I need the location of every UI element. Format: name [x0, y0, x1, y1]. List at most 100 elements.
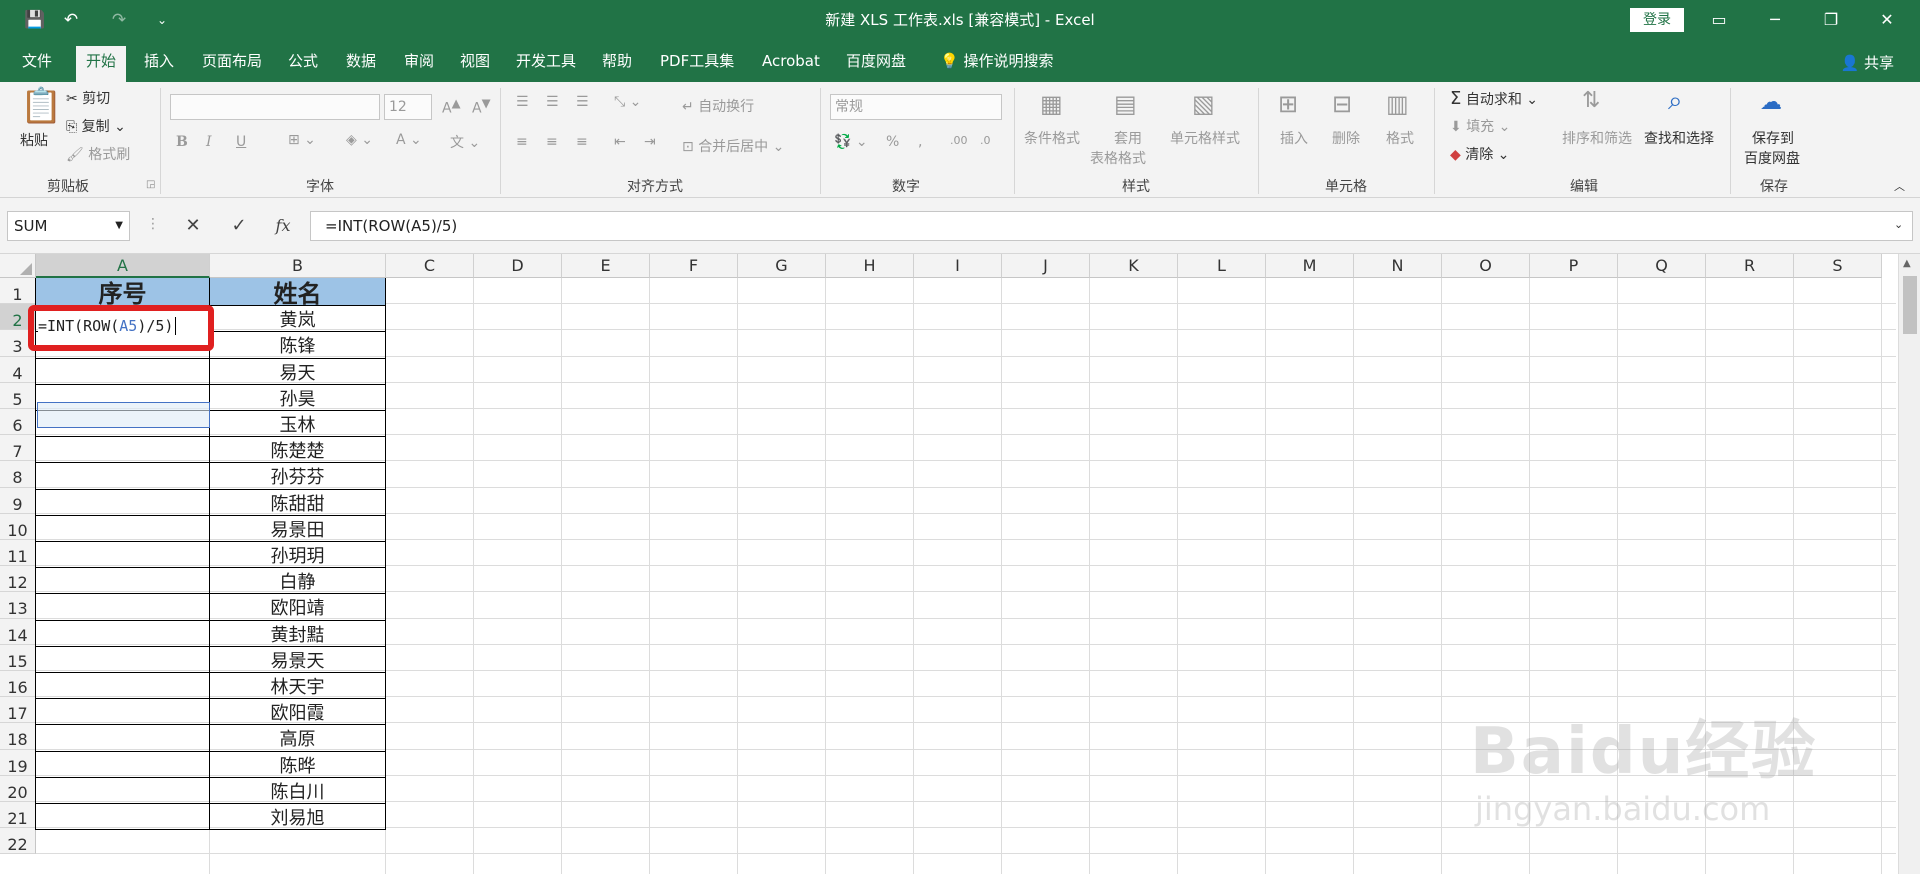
copy-button[interactable]: ⎘ 复制 ⌄ [66, 116, 126, 136]
name-cell-b14[interactable]: 黄封黠 [210, 620, 386, 647]
tab-acrobat[interactable]: Acrobat [752, 46, 830, 82]
sort-filter-button[interactable]: 排序和筛选 [1562, 128, 1632, 148]
conditional-format-button[interactable]: 条件格式 [1024, 128, 1080, 148]
increase-font-icon[interactable]: A▲ [442, 96, 461, 117]
align-bottom-icon[interactable]: ☰ [576, 94, 589, 110]
percent-button[interactable]: % [886, 134, 899, 150]
row-header-5[interactable]: 5 [0, 382, 36, 409]
name-cell-b21[interactable]: 刘易旭 [210, 804, 386, 831]
paste-icon[interactable]: 📋 [20, 86, 62, 126]
ribbon-display-options-icon[interactable]: ▭ [1696, 0, 1742, 40]
format-table-line2[interactable]: 表格格式 [1090, 148, 1146, 168]
find-search-icon[interactable]: ⌕ [1668, 86, 1683, 117]
clear-button[interactable]: ◆ 清除 ⌄ [1450, 144, 1509, 164]
column-header-s[interactable]: S [1794, 254, 1882, 278]
format-table-line1[interactable]: 套用 [1114, 128, 1142, 148]
comma-button[interactable]: , [918, 134, 922, 150]
name-cell-b9[interactable]: 陈甜甜 [210, 489, 386, 516]
phonetic-icon[interactable]: 文 ⌄ [450, 132, 480, 152]
tab-pdf-tools[interactable]: PDF工具集 [650, 46, 744, 82]
decrease-font-icon[interactable]: A▼ [472, 96, 491, 117]
merge-center-button[interactable]: ⊡ 合并后居中 ⌄ [682, 136, 784, 156]
column-header-o[interactable]: O [1442, 254, 1530, 278]
number-format-dropdown[interactable]: 常规 [830, 94, 1002, 120]
cell-a8[interactable] [36, 463, 210, 490]
cell-a10[interactable] [36, 515, 210, 542]
cell-a21[interactable] [36, 804, 210, 831]
name-cell-b6[interactable]: 玉林 [210, 411, 386, 438]
cancel-formula-icon[interactable]: ✕ [176, 211, 210, 241]
row-header-8[interactable]: 8 [0, 461, 36, 488]
align-right-icon[interactable]: ≡ [576, 134, 588, 150]
bold-button[interactable]: B [176, 134, 188, 150]
align-left-icon[interactable]: ≡ [516, 134, 528, 150]
delete-cells-button[interactable]: 删除 [1332, 128, 1360, 148]
fill-color-icon[interactable]: ◈ ⌄ [346, 132, 373, 148]
name-cell-b12[interactable]: 白静 [210, 568, 386, 595]
name-cell-b15[interactable]: 易景天 [210, 646, 386, 673]
insert-cells-button[interactable]: 插入 [1280, 128, 1308, 148]
header-cell-b1[interactable]: 姓名 [210, 278, 386, 308]
font-color-icon[interactable]: A ⌄ [396, 132, 422, 148]
select-all-corner[interactable] [0, 254, 36, 278]
name-cell-b8[interactable]: 孙芬芬 [210, 463, 386, 490]
tab-insert[interactable]: 插入 [134, 46, 184, 82]
find-select-button[interactable]: 查找和选择 [1644, 128, 1714, 148]
column-header-i[interactable]: I [914, 254, 1002, 278]
name-cell-b2[interactable]: 黄岚 [210, 306, 386, 333]
redo-icon[interactable]: ↷ [106, 8, 132, 32]
column-header-r[interactable]: R [1706, 254, 1794, 278]
format-as-table-icon[interactable]: ▤ [1114, 90, 1137, 118]
tab-review[interactable]: 审阅 [394, 46, 444, 82]
border-icon[interactable]: ⊞ ⌄ [288, 132, 316, 148]
tab-formulas[interactable]: 公式 [278, 46, 328, 82]
collapse-ribbon-icon[interactable]: ︿ [1894, 178, 1905, 194]
cell-a18[interactable] [36, 725, 210, 752]
header-cell-a1[interactable]: 序号 [36, 278, 210, 308]
tab-page-layout[interactable]: 页面布局 [192, 46, 272, 82]
column-header-j[interactable]: J [1002, 254, 1090, 278]
row-header-11[interactable]: 11 [0, 540, 36, 567]
dialog-launcher-icon[interactable]: ◲ [146, 179, 155, 190]
fill-button[interactable]: ⬇ 填充 ⌄ [1450, 116, 1510, 136]
column-header-d[interactable]: D [474, 254, 562, 278]
paste-button[interactable]: 粘贴 [20, 130, 48, 150]
cut-button[interactable]: ✂ 剪切 [66, 88, 110, 108]
name-cell-b18[interactable]: 高原 [210, 725, 386, 752]
tell-me-search[interactable]: 💡 操作说明搜索 [930, 46, 1063, 82]
vertical-scrollbar[interactable]: ▲ [1898, 254, 1920, 874]
row-header-14[interactable]: 14 [0, 618, 36, 645]
cell-a12[interactable] [36, 568, 210, 595]
column-header-b[interactable]: B [210, 254, 386, 278]
column-header-q[interactable]: Q [1618, 254, 1706, 278]
scroll-up-icon[interactable]: ▲ [1903, 258, 1911, 269]
cell-a17[interactable] [36, 699, 210, 726]
row-header-18[interactable]: 18 [0, 723, 36, 750]
font-size-dropdown[interactable]: 12 [384, 94, 432, 120]
row-header-6[interactable]: 6 [0, 409, 36, 436]
column-header-p[interactable]: P [1530, 254, 1618, 278]
delete-cells-icon[interactable]: ⊟ [1332, 90, 1352, 118]
enter-formula-icon[interactable]: ✓ [222, 211, 256, 241]
cell-a7[interactable] [36, 437, 210, 464]
tab-data[interactable]: 数据 [336, 46, 386, 82]
name-cell-b19[interactable]: 陈晔 [210, 751, 386, 778]
cell-a14[interactable] [36, 620, 210, 647]
increase-decimal-icon[interactable]: .00 [950, 134, 968, 147]
row-header-1[interactable]: 1 [0, 278, 36, 305]
name-cell-b10[interactable]: 易景田 [210, 515, 386, 542]
row-header-16[interactable]: 16 [0, 671, 36, 698]
minimize-icon[interactable]: ─ [1752, 0, 1798, 40]
accounting-icon[interactable]: 💱 ⌄ [834, 134, 868, 150]
tab-help[interactable]: 帮助 [592, 46, 642, 82]
cell-a19[interactable] [36, 751, 210, 778]
customize-quick-access-icon[interactable]: ⌄ [152, 8, 172, 32]
selected-cell-a5[interactable] [37, 402, 210, 428]
font-name-dropdown[interactable] [170, 94, 380, 120]
share-button[interactable]: 👤 共享 [1841, 52, 1894, 73]
undo-icon[interactable]: ↶ [58, 8, 84, 32]
formula-input[interactable]: =INT(ROW(A5)/5) [310, 211, 1913, 241]
underline-button[interactable]: U [236, 134, 246, 150]
expand-formula-bar-icon[interactable]: ⌄ [1894, 218, 1903, 231]
login-button[interactable]: 登录 [1630, 8, 1684, 32]
